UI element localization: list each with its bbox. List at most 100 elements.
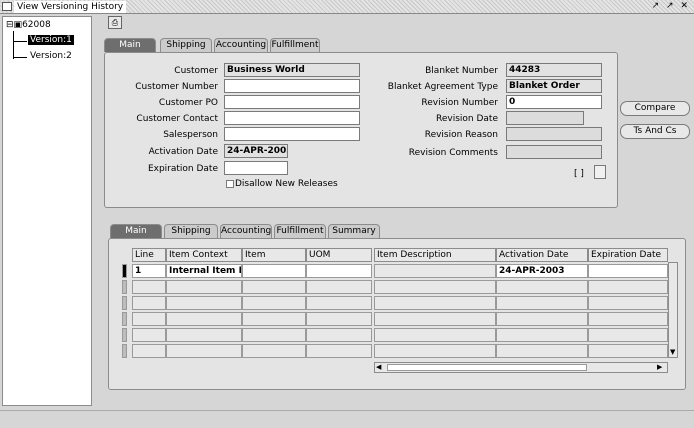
version-tree[interactable]: ⊟▣62008 Version:1 Version:2 bbox=[2, 16, 92, 406]
print-button[interactable]: ⎙ bbox=[108, 16, 122, 29]
customer-po-field[interactable] bbox=[224, 95, 360, 109]
table-cell-empty[interactable] bbox=[242, 280, 306, 294]
row-indicator-current[interactable] bbox=[122, 264, 127, 278]
table-cell-empty[interactable] bbox=[588, 280, 668, 294]
table-cell-empty[interactable] bbox=[496, 312, 588, 326]
ts-and-cs-button[interactable]: Ts And Cs bbox=[620, 124, 690, 139]
table-cell-empty[interactable] bbox=[306, 328, 372, 342]
column-header-activation-date: Activation Date bbox=[496, 248, 588, 262]
row-indicator[interactable] bbox=[122, 312, 127, 326]
vertical-scrollbar[interactable]: ▼ bbox=[668, 262, 678, 358]
row-indicator[interactable] bbox=[122, 328, 127, 342]
disallow-new-releases-checkbox[interactable] bbox=[226, 180, 234, 188]
table-cell-empty[interactable] bbox=[496, 328, 588, 342]
tree-root-label: 62008 bbox=[22, 20, 51, 30]
tab-shipping[interactable]: Shipping bbox=[160, 38, 212, 52]
table-cell-empty[interactable] bbox=[374, 296, 496, 310]
table-cell-empty[interactable] bbox=[306, 312, 372, 326]
tree-connector bbox=[13, 57, 27, 58]
tree-item-version-1[interactable]: Version:1 bbox=[28, 35, 74, 45]
table-cell-item-description[interactable] bbox=[374, 264, 496, 278]
table-cell-empty[interactable] bbox=[588, 312, 668, 326]
table-cell-empty[interactable] bbox=[496, 344, 588, 358]
table-cell-empty[interactable] bbox=[132, 328, 166, 342]
table-cell-empty[interactable] bbox=[496, 280, 588, 294]
column-header-line: Line bbox=[132, 248, 166, 262]
table-cell-empty[interactable] bbox=[374, 280, 496, 294]
table-cell-empty[interactable] bbox=[374, 328, 496, 342]
table-cell-empty[interactable] bbox=[306, 296, 372, 310]
table-cell-empty[interactable] bbox=[166, 296, 242, 310]
scroll-down-icon[interactable]: ▼ bbox=[670, 348, 675, 356]
table-cell-empty[interactable] bbox=[588, 296, 668, 310]
table-cell-empty[interactable] bbox=[166, 328, 242, 342]
customer-contact-field[interactable] bbox=[224, 111, 360, 125]
tree-item-version-2[interactable]: Version:2 bbox=[30, 51, 72, 61]
activation-date-field[interactable]: 24-APR-2003 bbox=[224, 144, 288, 158]
table-cell-empty[interactable] bbox=[242, 312, 306, 326]
table-cell-empty[interactable] bbox=[132, 296, 166, 310]
table-cell-activation-date[interactable]: 24-APR-2003 bbox=[496, 264, 588, 278]
table-cell-item-context[interactable]: Internal Item Nur bbox=[166, 264, 242, 278]
customer-field[interactable]: Business World bbox=[224, 63, 360, 77]
revision-number-field[interactable]: 0 bbox=[506, 95, 602, 109]
table-cell-empty[interactable] bbox=[374, 312, 496, 326]
revision-reason-field[interactable] bbox=[506, 127, 602, 141]
table-cell-empty[interactable] bbox=[132, 280, 166, 294]
tree-connector bbox=[13, 31, 14, 59]
table-cell-empty[interactable] bbox=[588, 328, 668, 342]
table-cell-uom[interactable] bbox=[306, 264, 372, 278]
scroll-left-icon[interactable]: ◀ bbox=[376, 364, 384, 371]
table-cell-empty[interactable] bbox=[166, 344, 242, 358]
scroll-right-icon[interactable]: ▶ bbox=[657, 364, 665, 371]
print-icon: ⎙ bbox=[111, 18, 119, 27]
lines-tab-shipping[interactable]: Shipping bbox=[164, 224, 218, 238]
lines-tab-accounting[interactable]: Accounting bbox=[220, 224, 272, 238]
tab-accounting[interactable]: Accounting bbox=[214, 38, 268, 52]
tab-fulfillment[interactable]: Fulfillment bbox=[270, 38, 320, 52]
scroll-thumb[interactable] bbox=[387, 364, 587, 371]
tree-collapse-icon[interactable]: ⊟ bbox=[6, 20, 14, 30]
blanket-number-field[interactable]: 44283 bbox=[506, 63, 602, 77]
table-cell-item[interactable] bbox=[242, 264, 306, 278]
revision-comments-field[interactable] bbox=[506, 145, 602, 159]
compare-button[interactable]: Compare bbox=[620, 101, 690, 116]
lines-tab-fulfillment[interactable]: Fulfillment bbox=[274, 224, 326, 238]
activation-date-label: Activation Date bbox=[148, 147, 218, 157]
table-cell-empty[interactable] bbox=[306, 344, 372, 358]
table-cell-line[interactable]: 1 bbox=[132, 264, 166, 278]
status-bar bbox=[0, 410, 694, 428]
table-cell-expiration-date[interactable] bbox=[588, 264, 668, 278]
table-cell-empty[interactable] bbox=[374, 344, 496, 358]
tree-root[interactable]: ⊟▣62008 bbox=[6, 20, 51, 30]
lines-tab-summary[interactable]: Summary bbox=[328, 224, 380, 238]
lines-tab-main[interactable]: Main bbox=[110, 224, 162, 238]
row-indicator[interactable] bbox=[122, 280, 127, 294]
table-cell-empty[interactable] bbox=[242, 344, 306, 358]
salesperson-field[interactable] bbox=[224, 127, 360, 141]
revision-date-field[interactable] bbox=[506, 111, 584, 125]
table-cell-empty[interactable] bbox=[242, 328, 306, 342]
revision-reason-label: Revision Reason bbox=[424, 130, 498, 140]
agreement-type-field[interactable]: Blanket Order bbox=[506, 79, 602, 93]
flexfield-box[interactable] bbox=[594, 165, 606, 179]
horizontal-scrollbar[interactable]: ◀ ▶ bbox=[374, 362, 668, 373]
table-cell-empty[interactable] bbox=[496, 296, 588, 310]
tab-main[interactable]: Main bbox=[104, 38, 156, 52]
table-cell-empty[interactable] bbox=[306, 280, 372, 294]
window-controls[interactable]: ↗ ↗ ✕ bbox=[652, 1, 690, 11]
descriptive-flexfield[interactable]: [ ] bbox=[574, 169, 584, 179]
table-cell-empty[interactable] bbox=[132, 344, 166, 358]
table-cell-empty[interactable] bbox=[588, 344, 668, 358]
table-cell-empty[interactable] bbox=[166, 312, 242, 326]
agreement-type-label: Blanket Agreement Type bbox=[387, 82, 498, 92]
table-cell-empty[interactable] bbox=[242, 296, 306, 310]
expiration-date-field[interactable] bbox=[224, 161, 288, 175]
table-cell-empty[interactable] bbox=[166, 280, 242, 294]
tree-item-label: Version:2 bbox=[30, 51, 72, 61]
row-indicator[interactable] bbox=[122, 296, 127, 310]
row-indicator[interactable] bbox=[122, 344, 127, 358]
customer-number-field[interactable] bbox=[224, 79, 360, 93]
table-cell-empty[interactable] bbox=[132, 312, 166, 326]
folder-icon: ▣ bbox=[13, 20, 23, 30]
